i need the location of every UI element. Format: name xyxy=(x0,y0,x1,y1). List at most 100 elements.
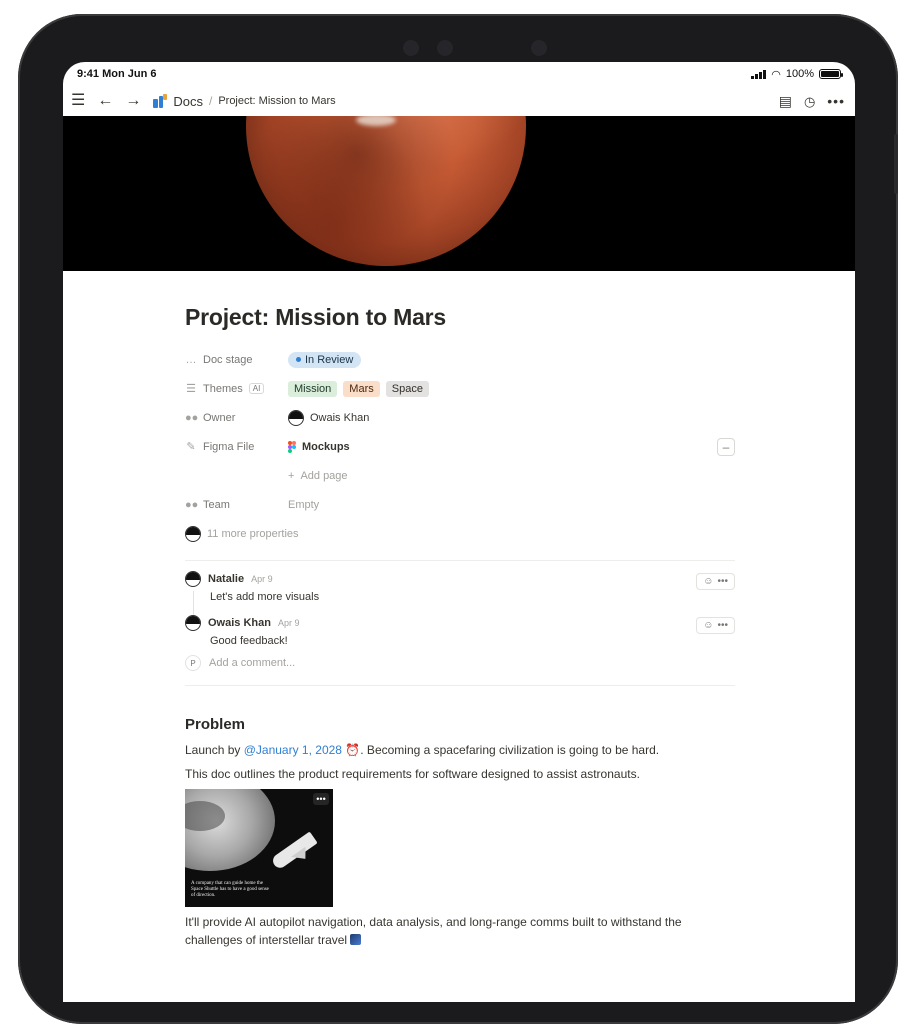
earth-graphic xyxy=(185,789,275,871)
comment-icon[interactable]: ▤ xyxy=(779,94,792,108)
people-icon: ●● xyxy=(185,411,199,424)
loading-icon: … xyxy=(185,353,197,366)
comment-actions[interactable]: ☺ ••• xyxy=(696,617,735,634)
date-mention[interactable]: @January 1, 2028 xyxy=(244,743,342,757)
comment-text: Let's add more visuals xyxy=(210,591,320,603)
property-team[interactable]: ●● Team Empty xyxy=(185,490,735,519)
doc-stage-label: Doc stage xyxy=(203,353,253,366)
status-badge[interactable]: In Review xyxy=(288,351,362,368)
avatar xyxy=(185,615,201,631)
comment-author: Natalie xyxy=(208,573,245,585)
paragraph[interactable]: It'll provide AI autopilot navigation, d… xyxy=(185,913,735,949)
more-icon[interactable]: ••• xyxy=(717,620,728,631)
reaction-icon[interactable]: ☺ xyxy=(703,576,713,587)
breadcrumb-separator: / xyxy=(208,94,213,108)
paragraph-text: . Becoming a spacefaring civilization is… xyxy=(360,743,660,757)
comment-actions[interactable]: ☺ ••• xyxy=(696,573,735,590)
property-doc-stage[interactable]: … Doc stage In Review xyxy=(185,345,735,374)
comment[interactable]: Natalie Apr 9 Let's add more visuals ☺ ••• xyxy=(185,571,735,615)
add-comment[interactable]: P Add a comment... xyxy=(185,655,735,671)
space-shuttle-image[interactable]: A company that can guide home the Space … xyxy=(185,789,333,907)
status-time: 9:41 Mon Jun 6 xyxy=(77,68,156,80)
shuttle-graphic xyxy=(270,831,318,871)
comment-date: Apr 9 xyxy=(251,574,273,584)
reaction-icon[interactable]: ☺ xyxy=(703,620,713,631)
screen: 9:41 Mon Jun 6 ◠ 100% ☰ ← → Docs / Proje… xyxy=(63,62,855,1002)
section-heading[interactable]: Problem xyxy=(185,716,735,733)
user-avatar: P xyxy=(185,655,201,671)
more-icon[interactable]: ••• xyxy=(717,576,728,587)
signal-icon xyxy=(751,69,767,79)
themes-label: Themes xyxy=(203,382,243,395)
page-title[interactable]: Project: Mission to Mars xyxy=(185,304,735,331)
status-dot-icon xyxy=(296,357,301,362)
toolbar: ☰ ← → Docs / Project: Mission to Mars ▤ … xyxy=(63,86,855,116)
avatar xyxy=(185,525,201,542)
camera-sensor xyxy=(531,40,547,56)
divider xyxy=(185,560,735,561)
tag-mars[interactable]: Mars xyxy=(343,380,380,397)
tag-space[interactable]: Space xyxy=(385,380,429,397)
cover-image[interactable] xyxy=(63,116,855,271)
battery-percent: 100% xyxy=(785,68,814,80)
tag-mission[interactable]: Mission xyxy=(288,380,338,397)
image-more-icon[interactable]: ••• xyxy=(313,793,329,805)
team-icon: ●● xyxy=(185,498,199,511)
more-properties[interactable]: 11 more properties xyxy=(185,519,735,548)
battery-icon xyxy=(819,69,843,79)
status-clock: 9:41 xyxy=(77,68,100,80)
clock-icon[interactable]: ◷ xyxy=(804,95,815,108)
divider xyxy=(185,685,735,686)
figma-icon xyxy=(288,440,296,453)
more-icon[interactable]: ••• xyxy=(827,94,845,108)
add-page-row[interactable]: + Add page xyxy=(185,461,735,490)
thread-line xyxy=(193,591,194,615)
comment-date: Apr 9 xyxy=(277,618,300,628)
paragraph[interactable]: This doc outlines the product requiremen… xyxy=(185,765,735,783)
wifi-icon: ◠ xyxy=(771,68,781,81)
hamburger-icon[interactable]: ☰ xyxy=(71,93,85,109)
status-indicators: ◠ 100% xyxy=(751,68,843,81)
camera-area xyxy=(403,38,553,58)
paragraph[interactable]: Launch by @January 1, 2028 ⏰. Becoming a… xyxy=(185,741,735,759)
owner-name[interactable]: Owais Khan xyxy=(310,412,369,424)
comment-input[interactable]: Add a comment... xyxy=(209,657,295,669)
paragraph-text: Launch by xyxy=(185,743,244,757)
property-owner[interactable]: ●● Owner Owais Khan xyxy=(185,403,735,432)
figma-link[interactable]: Mockups xyxy=(302,441,350,453)
page-content: Project: Mission to Mars … Doc stage In R… xyxy=(185,284,735,955)
list-icon: ☰ xyxy=(186,383,196,395)
breadcrumb-root[interactable]: Docs xyxy=(173,94,203,109)
galaxy-icon xyxy=(350,934,362,945)
side-button xyxy=(894,134,898,194)
mars-planet xyxy=(246,116,526,266)
comment[interactable]: Owais Khan Apr 9 Good feedback! ☺ ••• xyxy=(185,615,735,647)
paragraph-text: It'll provide AI autopilot navigation, d… xyxy=(185,915,682,947)
pencil-icon: ✎ xyxy=(186,441,196,453)
alarm-clock-icon: ⏰ xyxy=(345,743,361,757)
team-label: Team xyxy=(203,498,230,511)
figma-label: Figma File xyxy=(203,440,255,453)
team-value[interactable]: Empty xyxy=(288,499,319,511)
property-figma[interactable]: ✎ Figma File Mockups – xyxy=(185,432,735,461)
camera-lens xyxy=(437,40,453,56)
comment-author: Owais Khan xyxy=(208,617,271,629)
status-date: Mon Jun 6 xyxy=(102,68,157,80)
property-themes[interactable]: ☰ Themes AI Mission Mars Space xyxy=(185,374,735,403)
collapse-button[interactable]: – xyxy=(717,437,735,456)
plus-icon: + xyxy=(288,469,295,482)
arrow-left-icon[interactable]: ← xyxy=(97,93,113,109)
status-badge-text: In Review xyxy=(305,353,354,366)
arrow-right-icon[interactable]: → xyxy=(125,93,141,109)
avatar xyxy=(288,409,304,426)
ai-badge: AI xyxy=(248,383,265,394)
status-bar: 9:41 Mon Jun 6 ◠ 100% xyxy=(63,62,855,86)
breadcrumb-page[interactable]: Project: Mission to Mars xyxy=(218,95,335,107)
image-caption: A company that can guide home the Space … xyxy=(191,881,269,898)
breadcrumb: Docs / Project: Mission to Mars xyxy=(153,94,336,109)
comment-text: Good feedback! xyxy=(210,635,288,647)
camera-dot xyxy=(403,40,419,56)
more-properties-link[interactable]: 11 more properties xyxy=(207,528,299,540)
avatar xyxy=(185,571,201,587)
add-page-button[interactable]: Add page xyxy=(300,470,347,482)
